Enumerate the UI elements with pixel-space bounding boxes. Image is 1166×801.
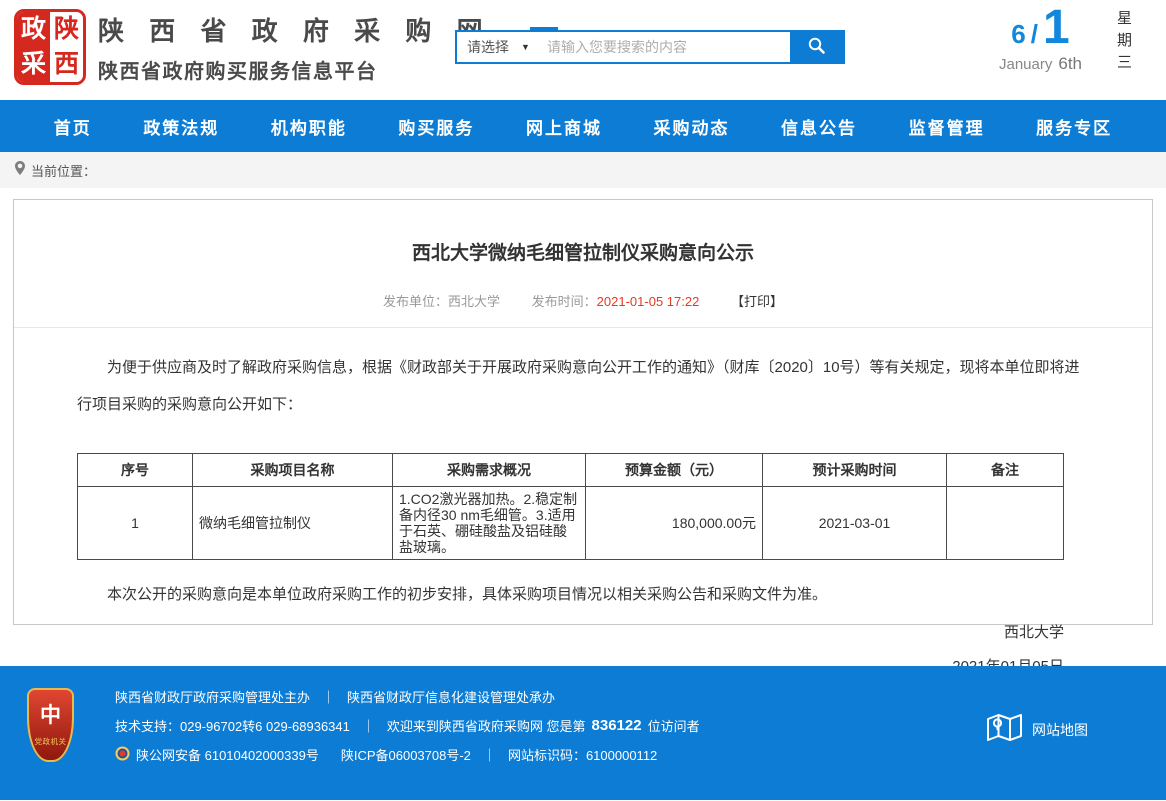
procurement-intent-table: 序号 采购项目名称 采购需求概况 预算金额（元） 预计采购时间 备注 1 微纳毛…	[77, 453, 1064, 560]
nav-item-announcements[interactable]: 信息公告	[781, 114, 857, 139]
intro-paragraph: 为便于供应商及时了解政府采购信息，根据《财政部关于开展政府采购意向公开工作的通知…	[77, 349, 1089, 423]
col-header-no: 序号	[78, 454, 193, 487]
date-widget: 6 / 1 January 6th	[999, 8, 1082, 74]
logo-seal-icon: 政 陕 采 西	[14, 9, 86, 85]
map-icon	[986, 712, 1023, 748]
col-header-budget: 预算金额（元）	[586, 454, 763, 487]
nav-item-home[interactable]: 首页	[54, 114, 92, 139]
site-title: 陕 西 省 政 府 采 购 网	[98, 11, 492, 48]
nav-item-procurement-news[interactable]: 采购动态	[654, 114, 730, 139]
sitemap-button[interactable]: 网站地图	[986, 712, 1088, 748]
nav-item-purchase-services[interactable]: 购买服务	[398, 114, 474, 139]
search-button[interactable]	[790, 32, 843, 62]
table-row: 1 微纳毛细管拉制仪 1.CO2激光器加热。2.稳定制备内径30 nm毛细管。3…	[78, 487, 1064, 560]
cell-no: 1	[78, 487, 193, 560]
search-bar: 请选择 ▼	[455, 30, 845, 64]
footer-tech-support: 技术支持：029-96702转6 029-68936341	[115, 716, 350, 735]
nav-item-policies[interactable]: 政策法规	[143, 114, 219, 139]
badge-label: 党政机关	[29, 736, 72, 747]
page-title: 西北大学微纳毛细管拉制仪采购意向公示	[14, 200, 1152, 265]
site-subtitle: 陕西省政府购买服务信息平台	[98, 55, 492, 84]
main-content: 西北大学微纳毛细管拉制仪采购意向公示 发布单位：西北大学 发布时间：2021-0…	[0, 199, 1166, 666]
footer-separator: ｜	[322, 687, 335, 706]
announcement-card: 西北大学微纳毛细管拉制仪采购意向公示 发布单位：西北大学 发布时间：2021-0…	[13, 199, 1153, 625]
site-logo[interactable]: 政 陕 采 西 陕 西 省 政 府 采 购 网 陕西省政府购买服务信息平台	[14, 9, 492, 85]
breadcrumb: 当前位置：	[0, 152, 1166, 188]
footer-undertake: 陕西省财政厅信息化建设管理处承办	[347, 687, 555, 706]
nav-item-supervision[interactable]: 监督管理	[909, 114, 985, 139]
nav-item-functions[interactable]: 机构职能	[271, 114, 347, 139]
col-header-demand: 采购需求概况	[393, 454, 586, 487]
cell-time: 2021-03-01	[763, 487, 947, 560]
col-header-time: 预计采购时间	[763, 454, 947, 487]
site-code: 网站标识码：6100000112	[508, 745, 657, 764]
nav-item-service-zone[interactable]: 服务专区	[1036, 114, 1112, 139]
security-record-link[interactable]: 陕公网安备 61010402000339号	[136, 745, 319, 764]
article-meta: 发布单位：西北大学 发布时间：2021-01-05 17:22 【打印】	[14, 291, 1152, 328]
cell-note	[947, 487, 1064, 560]
footer-line-1: 陕西省财政厅政府采购管理处主办 ｜ 陕西省财政厅信息化建设管理处承办	[115, 687, 1166, 706]
table-header-row: 序号 采购项目名称 采购需求概况 预算金额（元） 预计采购时间 备注	[78, 454, 1064, 487]
col-header-note: 备注	[947, 454, 1064, 487]
search-select-indicator	[530, 27, 558, 32]
footer-separator: ｜	[483, 745, 496, 764]
nav-item-online-mall[interactable]: 网上商城	[526, 114, 602, 139]
search-select-label: 请选择	[467, 37, 509, 57]
footer-welcome: 欢迎来到陕西省政府采购网 您是第	[387, 716, 586, 735]
seal-char: 政	[17, 12, 50, 47]
badge-emblem: 中	[29, 699, 72, 729]
col-header-project-name: 采购项目名称	[193, 454, 393, 487]
seal-char: 西	[50, 47, 83, 82]
location-pin-icon	[14, 160, 31, 181]
signature-org: 西北大学	[14, 621, 1152, 642]
print-button[interactable]: 【打印】	[731, 294, 783, 309]
cell-budget: 180,000.00元	[586, 487, 763, 560]
cell-demand: 1.CO2激光器加热。2.稳定制备内径30 nm毛细管。3.适用于石英、硼硅酸盐…	[393, 487, 586, 560]
sitemap-label: 网站地图	[1032, 720, 1088, 740]
seal-char: 陕	[50, 12, 83, 47]
publish-unit: 发布单位：西北大学	[383, 294, 500, 309]
footer: 中 党政机关 陕西省财政厅政府采购管理处主办 ｜ 陕西省财政厅信息化建设管理处承…	[0, 666, 1166, 800]
search-input[interactable]	[543, 32, 790, 62]
date-month-name: January	[999, 56, 1052, 73]
visitor-count: 836122	[592, 717, 642, 734]
search-icon	[807, 36, 826, 58]
breadcrumb-label: 当前位置：	[31, 161, 96, 180]
date-month-number: 6	[1011, 21, 1025, 47]
chevron-down-icon: ▼	[521, 42, 530, 52]
date-day-ordinal: 6th	[1058, 54, 1082, 73]
seal-char: 采	[17, 47, 50, 82]
date-weekday: 星期三	[1113, 10, 1134, 76]
icp-record-link[interactable]: 陕ICP备06003708号-2	[341, 745, 471, 764]
top-header: 政 陕 采 西 陕 西 省 政 府 采 购 网 陕西省政府购买服务信息平台 请选…	[0, 0, 1166, 100]
search-category-select[interactable]: 请选择 ▼	[457, 32, 543, 62]
main-nav: 首页 政策法规 机构职能 购买服务 网上商城 采购动态 信息公告 监督管理 服务…	[0, 100, 1166, 152]
police-badge-icon	[115, 746, 130, 764]
closing-paragraph: 本次公开的采购意向是本单位政府采购工作的初步安排，具体采购项目情况以相关采购公告…	[77, 583, 1089, 604]
footer-separator: ｜	[362, 716, 375, 735]
footer-visitor-suffix: 位访问者	[648, 716, 700, 735]
date-separator: /	[1031, 21, 1038, 47]
publish-time: 2021-01-05 17:22	[597, 294, 700, 309]
cell-project-name: 微纳毛细管拉制仪	[193, 487, 393, 560]
date-day-number: 1	[1043, 8, 1070, 47]
publish-time-label: 发布时间：	[532, 294, 597, 309]
footer-host: 陕西省财政厅政府采购管理处主办	[115, 687, 310, 706]
